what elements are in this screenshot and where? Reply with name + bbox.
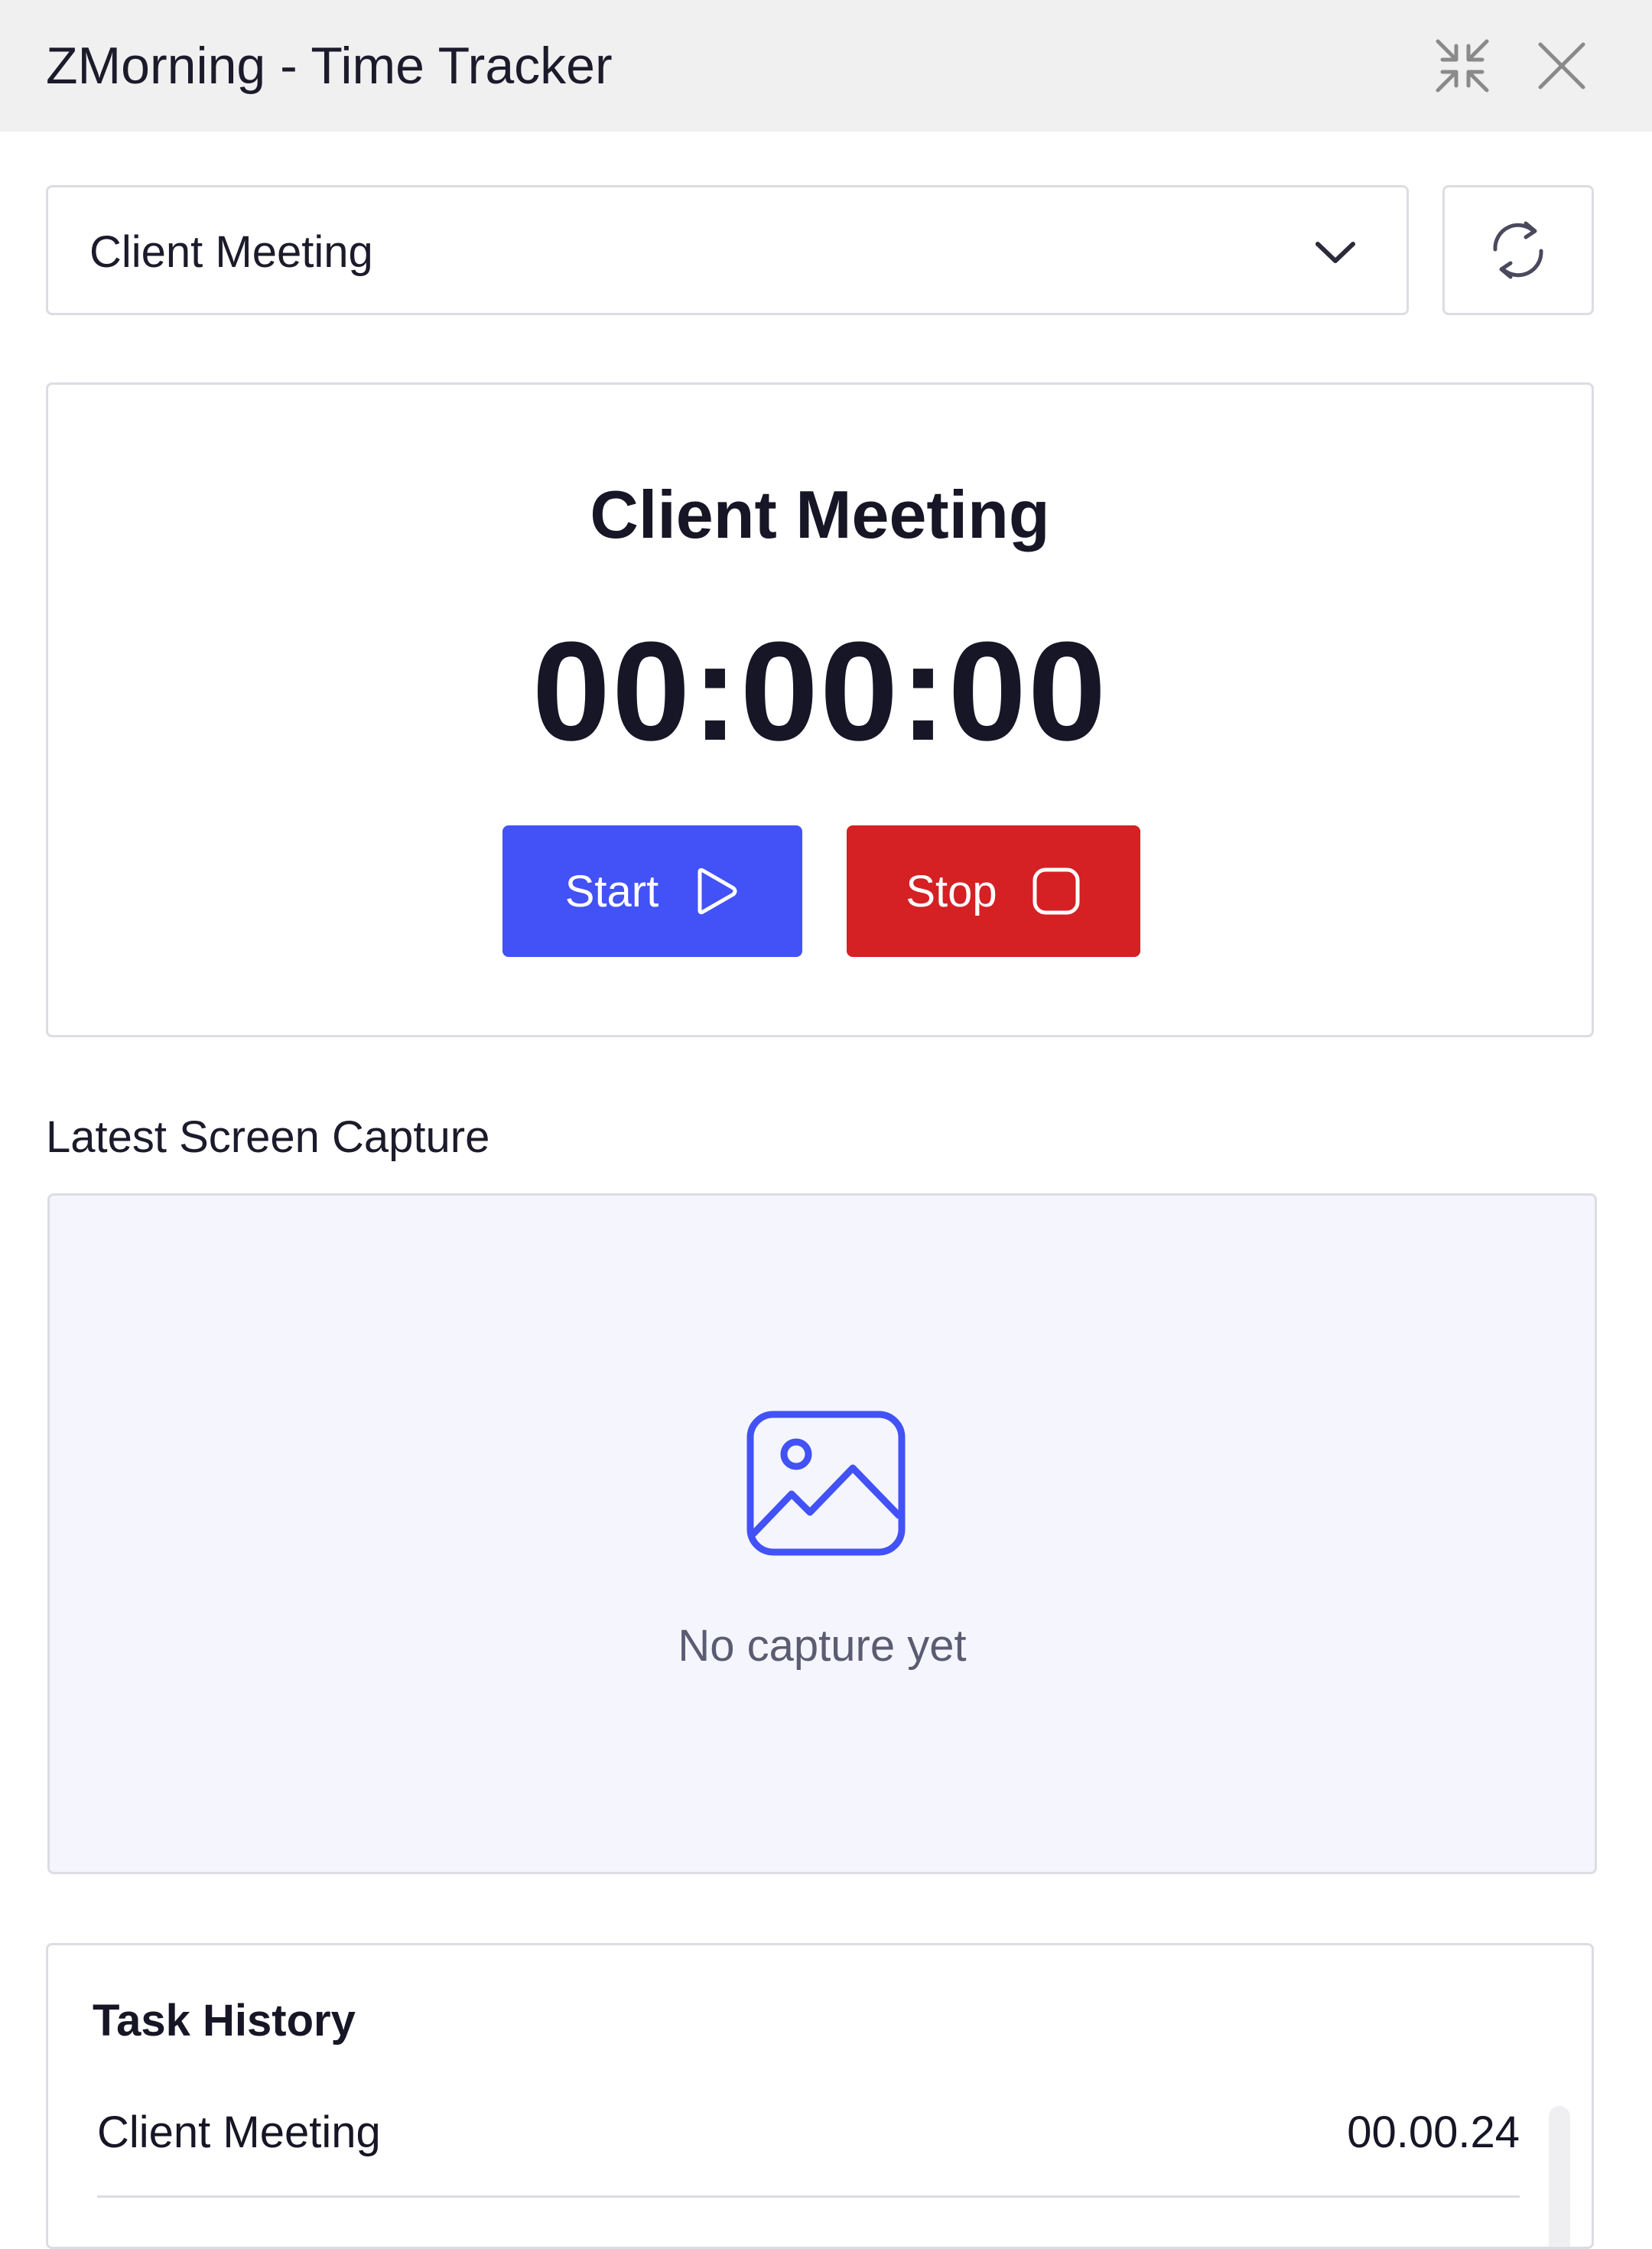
stop-button-label: Stop (906, 866, 997, 916)
collapse-arrows-icon (1436, 39, 1489, 93)
start-button[interactable]: Start (502, 825, 802, 957)
timer-card: Client Meeting 00:00:00 Start Stop (46, 382, 1594, 1037)
refresh-button[interactable] (1442, 185, 1594, 315)
close-icon (1538, 42, 1585, 90)
screen-capture-label: Latest Screen Capture (46, 1112, 490, 1162)
title-bar: ZMorning - Time Tracker (0, 0, 1652, 132)
task-select[interactable]: Client Meeting (46, 185, 1409, 315)
minimize-button[interactable] (1430, 34, 1494, 98)
task-history-heading: Task History (93, 1996, 356, 2046)
history-scrollbar[interactable] (1549, 2106, 1570, 2247)
history-task-name: Client Meeting (97, 2107, 381, 2157)
elapsed-time: 00:00:00 (532, 612, 1108, 770)
close-button[interactable] (1530, 34, 1594, 98)
task-select-value: Client Meeting (89, 227, 373, 277)
no-capture-text: No capture yet (678, 1621, 967, 1671)
task-history-card: Task History Client Meeting 00.00.24 (46, 1943, 1594, 2249)
window-title: ZMorning - Time Tracker (46, 37, 613, 95)
stop-button[interactable]: Stop (847, 825, 1140, 957)
history-task-duration: 00.00.24 (1347, 2107, 1520, 2157)
chevron-down-icon (1315, 242, 1355, 263)
play-icon (698, 867, 737, 915)
screen-capture-panel: No capture yet (47, 1193, 1597, 1874)
start-button-label: Start (564, 866, 659, 916)
table-row[interactable]: Client Meeting 00.00.24 (97, 2098, 1520, 2198)
refresh-icon (1493, 221, 1543, 279)
image-icon (746, 1411, 906, 1556)
current-task-name: Client Meeting (590, 477, 1050, 552)
stop-icon (1032, 867, 1080, 915)
